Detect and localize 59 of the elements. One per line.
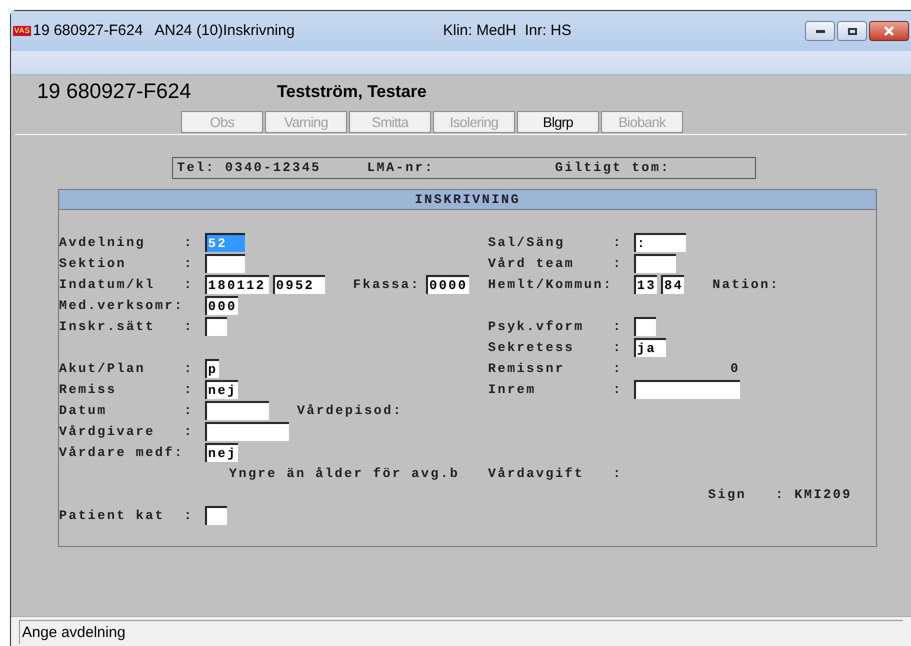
- field-label: Datum :: [59, 402, 194, 420]
- panel-title: INSKRIVNING: [59, 190, 876, 210]
- input-field[interactable]: nej: [205, 380, 238, 399]
- input-field[interactable]: [634, 317, 656, 336]
- field-label: Psyk.vform :: [488, 318, 624, 336]
- input-field[interactable]: [634, 380, 740, 399]
- field-label: Nation:: [712, 276, 780, 294]
- input-field[interactable]: [205, 422, 289, 441]
- valid-label: Giltigt tom:: [555, 159, 670, 178]
- sign-label: Sign : KMI209: [708, 486, 852, 504]
- input-field[interactable]: 180112: [205, 275, 269, 294]
- field-label: Akut/Plan :: [59, 360, 194, 378]
- field-label: Sal/Säng :: [488, 234, 624, 252]
- input-field[interactable]: nej: [205, 443, 238, 462]
- field-label: Sekretess :: [488, 338, 624, 357]
- close-icon: [884, 26, 894, 36]
- patient-id: 19 680927-F624: [37, 78, 192, 104]
- field-label: Vård team :: [488, 254, 624, 273]
- field-label: Yngre än ålder för avg.b: [229, 464, 460, 483]
- window-title: 19 680927-F624 AN24 (10)Inskrivning: [32, 20, 295, 41]
- patient-name: Testström, Testare: [277, 80, 427, 102]
- input-field[interactable]: 000: [205, 296, 238, 315]
- input-field[interactable]: ja: [634, 338, 666, 357]
- field-label: Patient kat :: [59, 506, 194, 525]
- window-context: Klin: MedH Inr: HS: [443, 20, 572, 41]
- input-field[interactable]: :: [634, 233, 686, 252]
- field-label: Vårdare medf:: [59, 444, 185, 462]
- field-label: Vårdepisod:: [297, 402, 403, 420]
- field-label: Inrem :: [488, 380, 624, 399]
- status-bar: Ange avdelning: [19, 620, 903, 644]
- input-field[interactable]: 0000: [426, 275, 469, 294]
- app-badge: VAS: [13, 26, 31, 36]
- input-field[interactable]: 13: [634, 275, 658, 294]
- minimize-button[interactable]: [805, 21, 835, 41]
- field-label: Vårdavgift :: [488, 464, 624, 483]
- input-field[interactable]: [205, 254, 245, 273]
- input-field[interactable]: 84: [661, 275, 684, 294]
- field-label: Sektion :: [59, 254, 194, 273]
- input-field[interactable]: [205, 317, 227, 336]
- field-label: Med.verksomr:: [59, 296, 185, 315]
- input-field[interactable]: 0952: [273, 275, 325, 294]
- field-value: 0: [729, 360, 740, 378]
- field-label: Remiss :: [59, 380, 194, 399]
- lma-label: LMA-nr:: [367, 159, 436, 178]
- close-button[interactable]: [869, 21, 909, 41]
- phone-label: Tel: 0340-12345: [177, 159, 322, 178]
- header-button[interactable]: Blgrp: [517, 111, 599, 133]
- field-label: Remissnr :: [488, 360, 624, 378]
- field-label: Avdelning :: [59, 234, 194, 252]
- input-field[interactable]: [205, 506, 227, 525]
- field-label: Inskr.sätt :: [59, 318, 194, 336]
- input-field[interactable]: p: [205, 359, 219, 378]
- input-field[interactable]: [205, 401, 269, 420]
- field-label: Indatum/kl :: [59, 276, 194, 294]
- field-label: Hemlt/Kommun:: [488, 276, 614, 294]
- field-label: Vårdgivare :: [59, 422, 194, 441]
- field-label: Fkassa:: [353, 276, 420, 294]
- maximize-button[interactable]: [837, 21, 867, 41]
- input-field[interactable]: [634, 254, 676, 273]
